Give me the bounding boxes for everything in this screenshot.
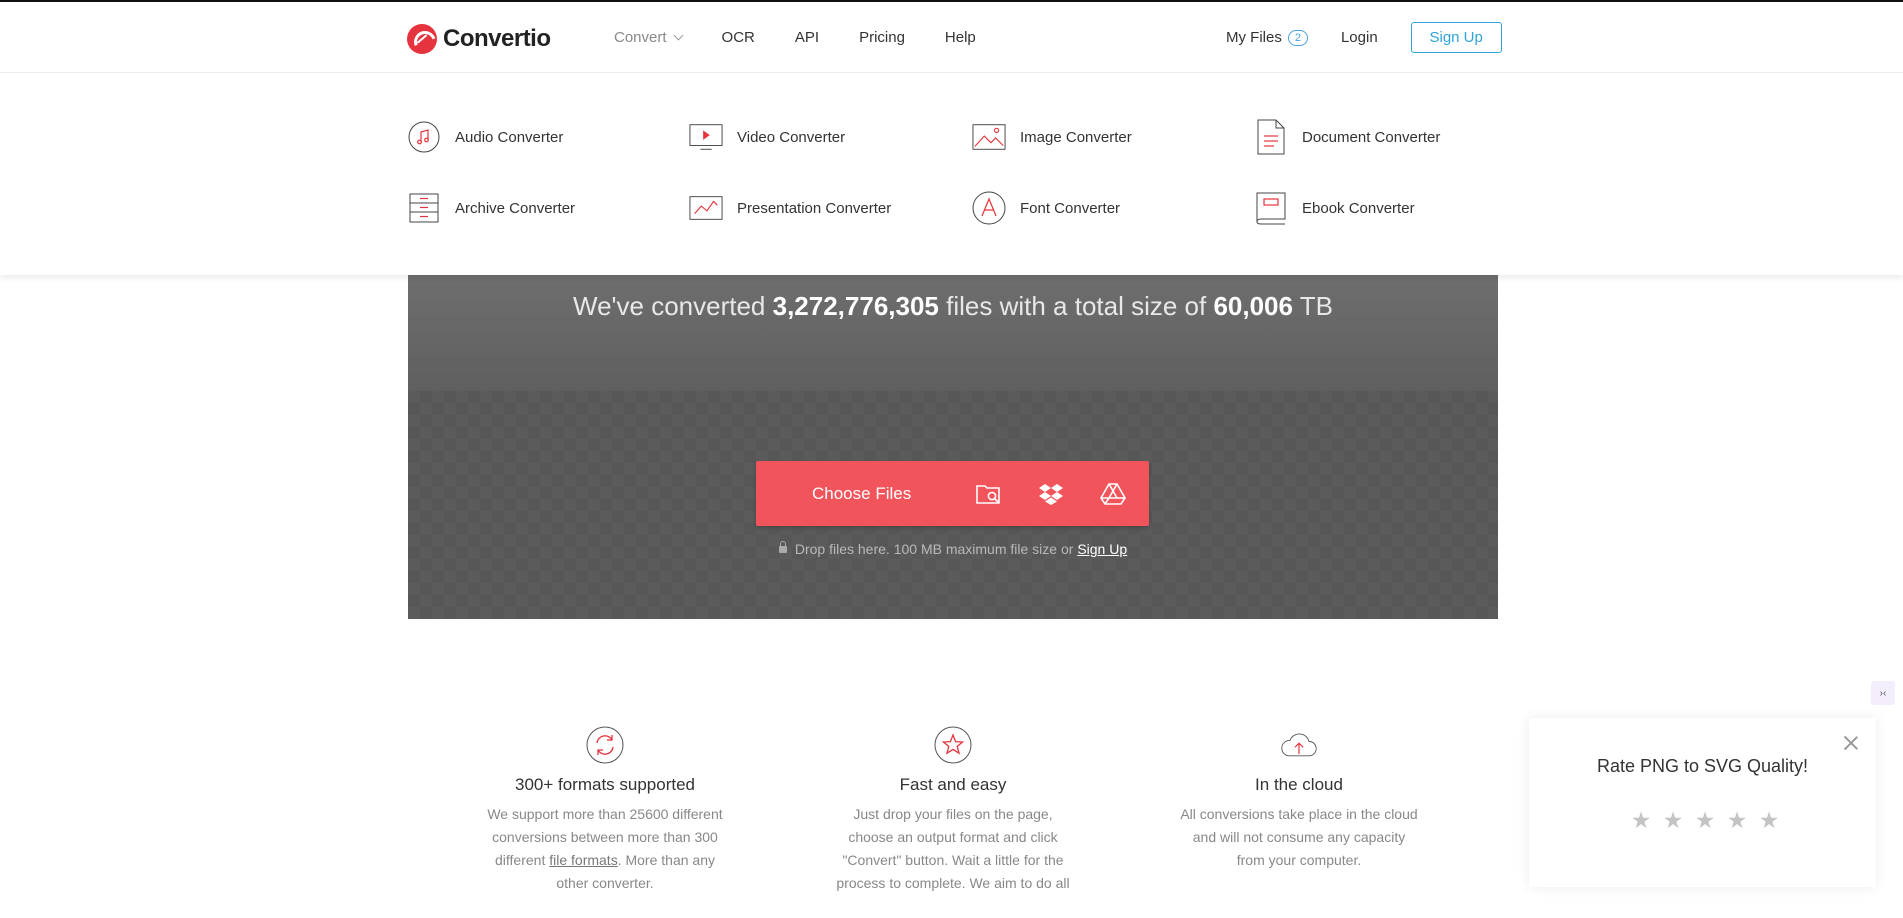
nav-pricing[interactable]: Pricing (859, 29, 905, 46)
files-count: 3,272,776,305 (772, 291, 939, 321)
feature-title: Fast and easy (899, 775, 1007, 794)
menu-presentation-converter[interactable]: Presentation Converter (689, 191, 891, 225)
rating-title: Rate PNG to SVG Quality! (1596, 756, 1809, 776)
star-rating-5[interactable]: ★ (1753, 807, 1785, 834)
folder-search-icon[interactable] (958, 461, 1020, 526)
menu-item-label: Document Converter (1302, 128, 1441, 146)
feature-fast: Fast and easy Just drop your files on th… (833, 726, 1073, 895)
menu-font-converter[interactable]: Font Converter (972, 191, 1120, 225)
star-rating-1[interactable]: ★ (1625, 807, 1657, 834)
login-link[interactable]: Login (1341, 29, 1378, 46)
drop-note-text: Drop files here. 100 MB maximum file siz… (794, 541, 1078, 557)
convertio-logo[interactable]: Convertio (407, 24, 551, 54)
lock-icon (778, 541, 787, 553)
menu-item-label: Audio Converter (455, 128, 564, 146)
conversion-stats: We've converted 3,272,776,305 files with… (408, 291, 1498, 322)
audio-icon (407, 120, 441, 154)
file-formats-link[interactable]: file formats (549, 852, 617, 868)
total-size: 60,006 (1213, 291, 1293, 321)
star-icon (934, 726, 972, 764)
nav-ocr[interactable]: OCR (722, 29, 755, 46)
close-icon[interactable] (1842, 734, 1860, 752)
stats-unit: TB (1292, 291, 1333, 321)
nav-convert-label: Convert (614, 29, 667, 46)
menu-document-converter[interactable]: Document Converter (1254, 119, 1441, 155)
rating-stars: ★ ★ ★ ★ ★ (1625, 807, 1785, 834)
nav-convert[interactable]: Convert (614, 29, 683, 46)
menu-ebook-converter[interactable]: Ebook Converter (1254, 191, 1415, 225)
nav-api[interactable]: API (795, 29, 819, 46)
menu-item-label: Archive Converter (455, 199, 576, 217)
side-widget-tab[interactable]: ›‹ (1871, 681, 1895, 705)
brand-name: Convertio (443, 25, 551, 52)
stats-middle: files with a total size of (938, 291, 1214, 321)
menu-archive-converter[interactable]: Archive Converter (407, 191, 575, 225)
my-files-link[interactable]: My Files 2 (1226, 29, 1308, 46)
star-rating-2[interactable]: ★ (1657, 807, 1689, 834)
my-files-label: My Files (1226, 29, 1282, 46)
logo-icon (407, 24, 437, 54)
upload-hero: We've converted 3,272,776,305 files with… (408, 275, 1498, 619)
my-files-count-badge: 2 (1287, 29, 1308, 46)
chevron-down-icon (673, 30, 683, 41)
feature-text: All conversions take place in the cloud … (1180, 806, 1418, 868)
feature-cloud: In the cloud All conversions take place … (1179, 726, 1419, 872)
menu-item-label: Image Converter (1020, 128, 1132, 146)
image-icon (972, 120, 1006, 154)
menu-image-converter[interactable]: Image Converter (972, 120, 1132, 154)
stats-prefix: We've converted (573, 291, 773, 321)
drop-sign-up-link[interactable]: Sign Up (1077, 541, 1127, 557)
refresh-icon (586, 726, 624, 764)
document-icon (1254, 119, 1288, 155)
feature-formats: 300+ formats supported We support more t… (485, 726, 725, 895)
star-rating-4[interactable]: ★ (1721, 807, 1753, 834)
top-navbar: Convertio Convert OCR API Pricing Help M… (0, 0, 1903, 73)
main-nav: Convert OCR API Pricing Help (614, 29, 1016, 46)
presentation-icon (689, 191, 723, 225)
menu-item-label: Presentation Converter (737, 199, 892, 217)
feature-title: In the cloud (1255, 775, 1343, 794)
drop-note: Drop files here. 100 MB maximum file siz… (408, 541, 1498, 557)
archive-icon (407, 191, 441, 225)
account-nav: My Files 2 Login Sign Up (1226, 22, 1502, 53)
feature-text: We support more than 25600 different con… (485, 803, 725, 895)
rating-widget: Rate PNG to SVG Quality! ★ ★ ★ ★ ★ (1529, 718, 1876, 887)
menu-audio-converter[interactable]: Audio Converter (407, 120, 563, 154)
menu-video-converter[interactable]: Video Converter (689, 120, 845, 154)
nav-help[interactable]: Help (945, 29, 976, 46)
dropbox-icon[interactable] (1020, 461, 1082, 526)
video-icon (689, 120, 723, 154)
cloud-upload-icon (1280, 726, 1318, 764)
ebook-icon (1254, 191, 1288, 225)
choose-files-bar: Choose Files (756, 461, 1149, 526)
feature-title: 300+ formats supported (514, 775, 696, 794)
choose-files-button[interactable]: Choose Files (812, 484, 958, 504)
menu-item-label: Video Converter (737, 128, 846, 146)
google-drive-icon[interactable] (1082, 461, 1144, 526)
convert-mega-menu: Audio Converter Video Converter Image Co… (0, 73, 1903, 275)
menu-item-label: Font Converter (1020, 199, 1121, 217)
star-rating-3[interactable]: ★ (1689, 807, 1721, 834)
sign-up-button[interactable]: Sign Up (1410, 22, 1502, 53)
feature-text: Just drop your files on the page, choose… (836, 806, 1070, 891)
font-icon (972, 191, 1006, 225)
menu-item-label: Ebook Converter (1302, 199, 1415, 217)
